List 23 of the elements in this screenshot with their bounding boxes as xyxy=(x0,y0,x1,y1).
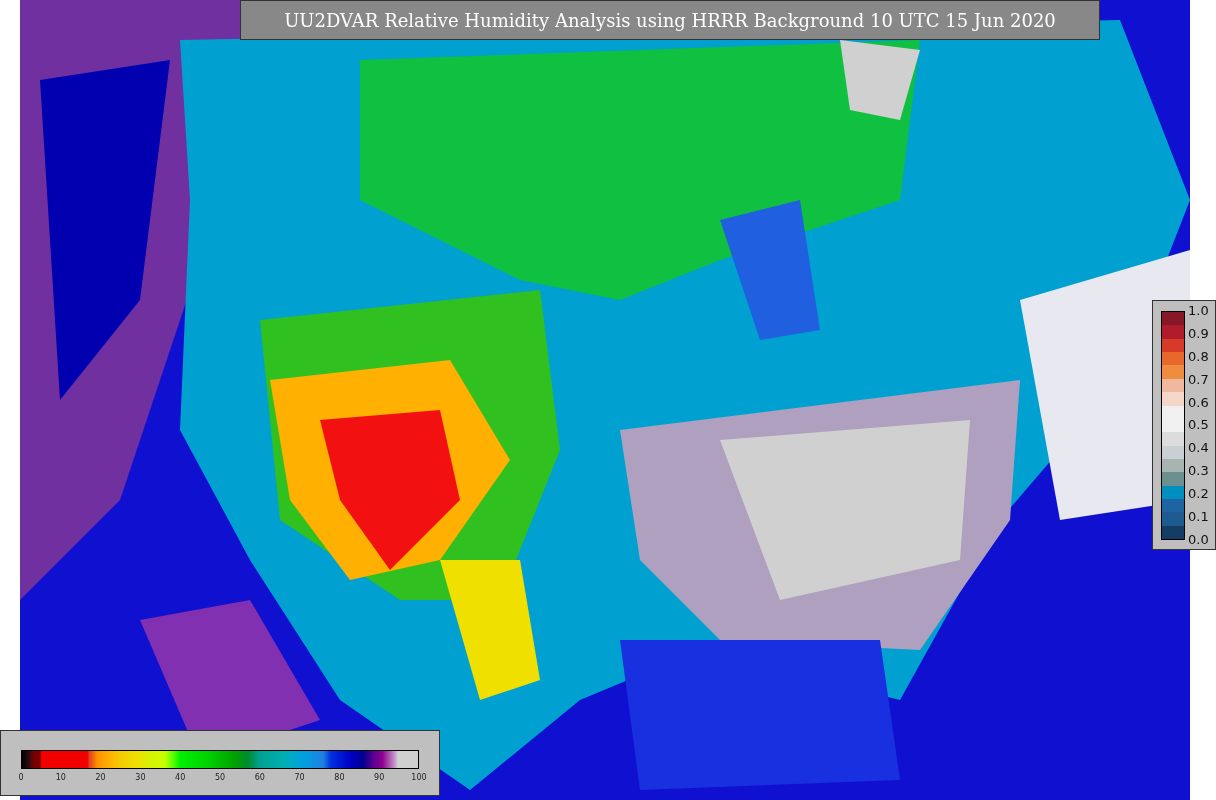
tick-label: 0.2 xyxy=(1188,486,1209,503)
tick-label: 30 xyxy=(135,773,146,782)
tick-label: 70 xyxy=(294,773,305,782)
tick-label: 90 xyxy=(374,773,385,782)
tick-label: 0 xyxy=(18,773,24,782)
tick-label: 0.5 xyxy=(1188,417,1209,434)
tick-label: 10 xyxy=(55,773,66,782)
tick-label: 40 xyxy=(175,773,186,782)
tick-label: 20 xyxy=(95,773,106,782)
tick-label: 100 xyxy=(411,773,427,782)
tick-label: 0.0 xyxy=(1188,531,1209,548)
tick-label: 1.0 xyxy=(1188,303,1209,319)
map-title: UU2DVAR Relative Humidity Analysis using HRRR Background 10 UTC 15 Jun 2020 xyxy=(240,0,1100,40)
tick-label: 0.8 xyxy=(1188,348,1209,365)
tick-label: 0.1 xyxy=(1188,509,1209,525)
tick-label: 80 xyxy=(334,773,345,782)
tick-label: 60 xyxy=(254,773,265,782)
tick-label: 50 xyxy=(214,773,226,782)
tick-label: 0.3 xyxy=(1188,463,1209,480)
tick-label: 0.6 xyxy=(1188,394,1209,411)
tick-label: 0.7 xyxy=(1188,371,1209,388)
tick-label: 0.9 xyxy=(1188,325,1209,342)
tick-label: 0.4 xyxy=(1188,440,1209,457)
